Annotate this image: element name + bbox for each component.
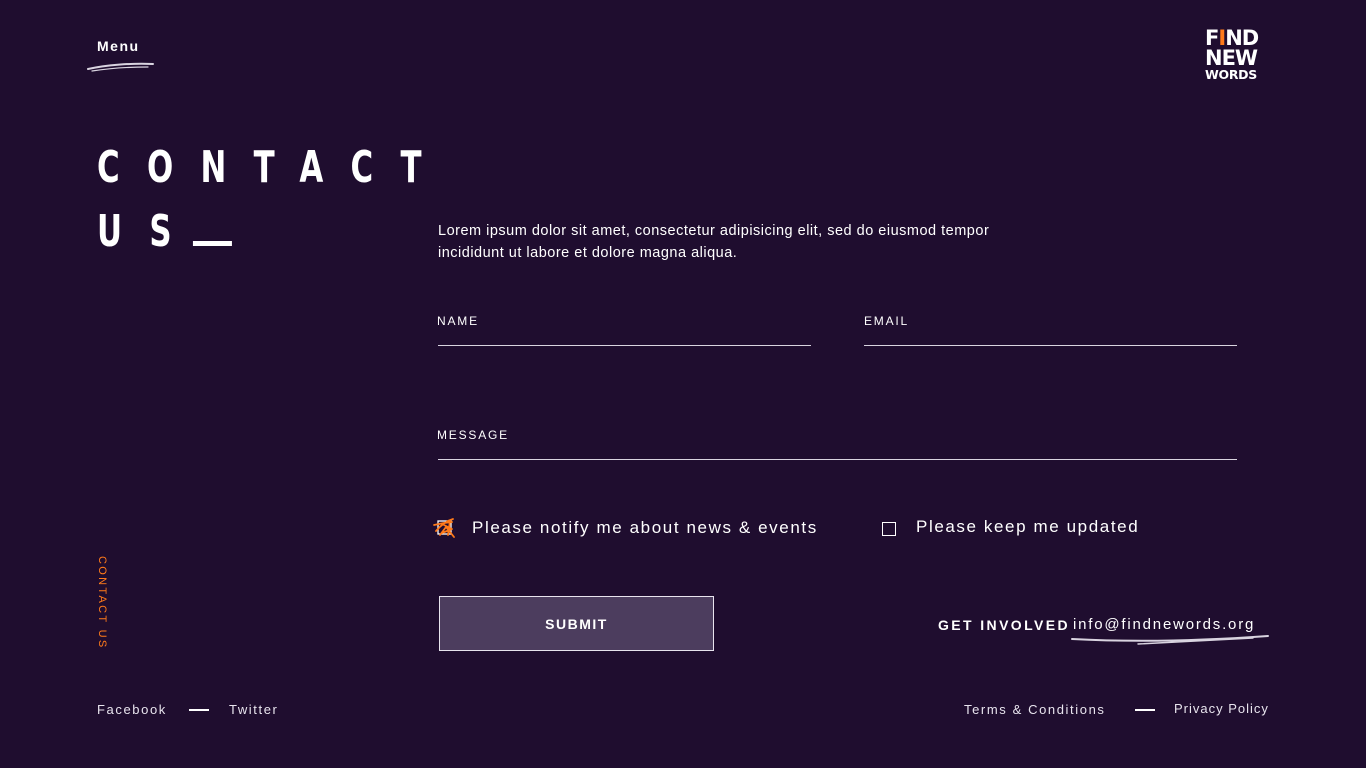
email-label: EMAIL	[864, 314, 910, 328]
contact-page: Menu FIND NEW WORDS CONTACT US Lorem ips…	[0, 0, 1366, 768]
privacy-link[interactable]: Privacy Policy	[1174, 701, 1269, 716]
page-title: CONTACT US	[97, 136, 449, 264]
name-underline	[438, 345, 811, 346]
email-input[interactable]	[864, 327, 1236, 345]
submit-button[interactable]: SUBMIT	[439, 596, 714, 651]
name-input[interactable]	[438, 327, 810, 345]
keep-updated-checkbox[interactable]: Please keep me updated	[882, 517, 1140, 537]
scribble-check-icon	[433, 518, 455, 538]
title-cursor	[192, 241, 232, 246]
side-contact-label: CONTACT US	[96, 556, 108, 650]
name-label: NAME	[437, 314, 479, 328]
footer-divider	[189, 709, 209, 711]
title-line-1: CONTACT	[97, 142, 449, 193]
checkbox-square	[882, 521, 896, 536]
intro-text: Lorem ipsum dolor sit amet, consectetur …	[438, 223, 990, 261]
get-involved-label: GET INVOLVED	[938, 617, 1070, 633]
keep-updated-label: Please keep me updated	[916, 517, 1140, 536]
message-label: MESSAGE	[437, 428, 509, 442]
menu-underline-stroke	[87, 62, 154, 72]
menu-button[interactable]: Menu	[97, 38, 140, 54]
notify-news-label: Please notify me about news & events	[472, 518, 818, 537]
footer-divider	[1135, 709, 1155, 711]
terms-link[interactable]: Terms & Conditions	[964, 702, 1106, 717]
email-underline	[864, 345, 1237, 346]
notify-news-checkbox[interactable]: Please notify me about news & events	[432, 517, 818, 539]
message-underline	[438, 459, 1237, 460]
twitter-link[interactable]: Twitter	[229, 702, 278, 717]
message-input[interactable]	[438, 441, 1236, 459]
findnewords-logo[interactable]: FIND NEW WORDS	[1205, 28, 1269, 82]
title-line-2: US	[97, 200, 449, 264]
email-underline-stroke	[1071, 635, 1269, 645]
facebook-link[interactable]: Facebook	[97, 702, 167, 717]
contact-email-link[interactable]: info@findnewords.org	[1073, 616, 1255, 633]
